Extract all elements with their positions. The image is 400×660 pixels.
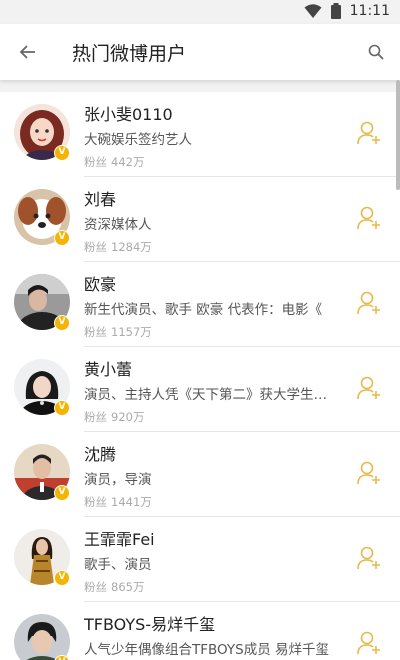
arrow-left-icon <box>19 45 35 59</box>
search-button[interactable] <box>364 40 388 64</box>
list-item[interactable]: V 刘春 资深媒体人 粉丝 1284万 <box>0 177 400 262</box>
fans-count: 粉丝 1441万 <box>84 495 152 509</box>
list-item[interactable]: V 王霏霏Fei 歌手、演员 粉丝 865万 <box>0 517 400 602</box>
user-name: 刘春 <box>84 190 117 209</box>
back-button[interactable] <box>0 24 56 80</box>
user-description: 演员、主持人凭《天下第二》获大学生… <box>84 387 327 403</box>
user-description: 歌手、演员 <box>84 557 152 573</box>
user-name: TFBOYS-易烊千玺 <box>84 615 216 634</box>
user-description: 演员，导演 <box>84 472 152 488</box>
list-item[interactable]: V 沈腾 演员，导演 粉丝 1441万 <box>0 432 400 517</box>
add-follow-icon[interactable] <box>356 545 382 571</box>
list-item[interactable]: V 张小斐0110 大碗娱乐签约艺人 粉丝 442万 <box>0 92 400 177</box>
user-name: 黄小蕾 <box>84 360 133 379</box>
fans-count: 粉丝 442万 <box>84 155 145 169</box>
search-icon <box>368 44 384 60</box>
user-description: 新生代演员、歌手 欧豪 代表作：电影《 <box>84 302 323 318</box>
verified-badge: V <box>54 230 70 246</box>
list-item[interactable]: V TFBOYS-易烊千玺 人气少年偶像组合TFBOYS成员 易烊千玺 粉丝 <box>0 602 400 660</box>
user-description: 资深媒体人 <box>84 217 152 233</box>
add-follow-icon[interactable] <box>356 205 382 231</box>
list-item[interactable]: V 欧豪 新生代演员、歌手 欧豪 代表作：电影《 粉丝 1157万 <box>0 262 400 347</box>
verified-badge: V <box>54 400 70 416</box>
fans-count: 粉丝 865万 <box>84 580 145 594</box>
verified-badge: V <box>54 655 70 660</box>
user-name: 王霏霏Fei <box>84 530 155 549</box>
user-list[interactable]: V 张小斐0110 大碗娱乐签约艺人 粉丝 442万 V 刘春 资深媒体人 粉丝 1… <box>0 92 400 660</box>
user-name: 张小斐0110 <box>84 105 173 124</box>
wifi-icon <box>304 4 322 18</box>
fans-count: 粉丝 1284万 <box>84 240 152 254</box>
list-item[interactable]: V 黄小蕾 演员、主持人凭《天下第二》获大学生… 粉丝 920万 <box>0 347 400 432</box>
add-follow-icon[interactable] <box>356 120 382 146</box>
user-description: 大碗娱乐签约艺人 <box>84 132 192 148</box>
fans-count: 粉丝 920万 <box>84 410 145 424</box>
page-title: 热门微博用户 <box>72 42 187 65</box>
verified-badge: V <box>54 570 70 586</box>
add-follow-icon[interactable] <box>356 630 382 656</box>
scrollbar[interactable] <box>396 80 400 190</box>
app-header: 热门微博用户 <box>0 24 400 80</box>
fans-count: 粉丝 1157万 <box>84 325 152 339</box>
verified-badge: V <box>54 485 70 501</box>
add-follow-icon[interactable] <box>356 460 382 486</box>
verified-badge: V <box>54 145 70 161</box>
user-description: 人气少年偶像组合TFBOYS成员 易烊千玺 <box>84 642 330 658</box>
add-follow-icon[interactable] <box>356 375 382 401</box>
avatar[interactable] <box>14 614 70 660</box>
verified-badge: V <box>54 315 70 331</box>
battery-icon <box>330 3 341 19</box>
user-name: 沈腾 <box>84 445 117 464</box>
user-name: 欧豪 <box>84 275 117 294</box>
status-bar: 11:11 <box>0 0 400 24</box>
add-follow-icon[interactable] <box>356 290 382 316</box>
status-time: 11:11 <box>349 3 390 19</box>
